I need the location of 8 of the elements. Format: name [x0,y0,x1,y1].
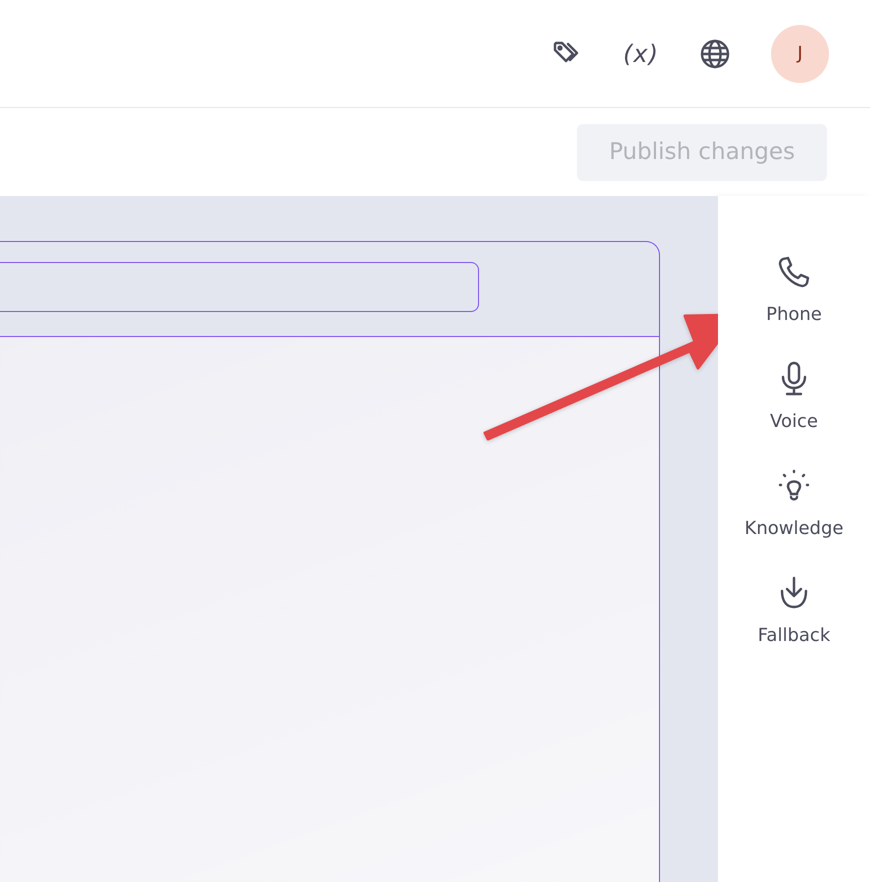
sidebar-label[interactable]: Voice [770,411,818,432]
globe-icon[interactable] [699,38,731,70]
sidebar-label[interactable]: Knowledge [744,518,844,539]
sidebar-label[interactable]: Phone [766,304,822,325]
user-avatar[interactable]: J [771,24,829,82]
input-field[interactable] [0,262,479,312]
sidebar-label[interactable]: Fallback [758,625,830,646]
variables-icon[interactable]: (x) [623,40,659,68]
